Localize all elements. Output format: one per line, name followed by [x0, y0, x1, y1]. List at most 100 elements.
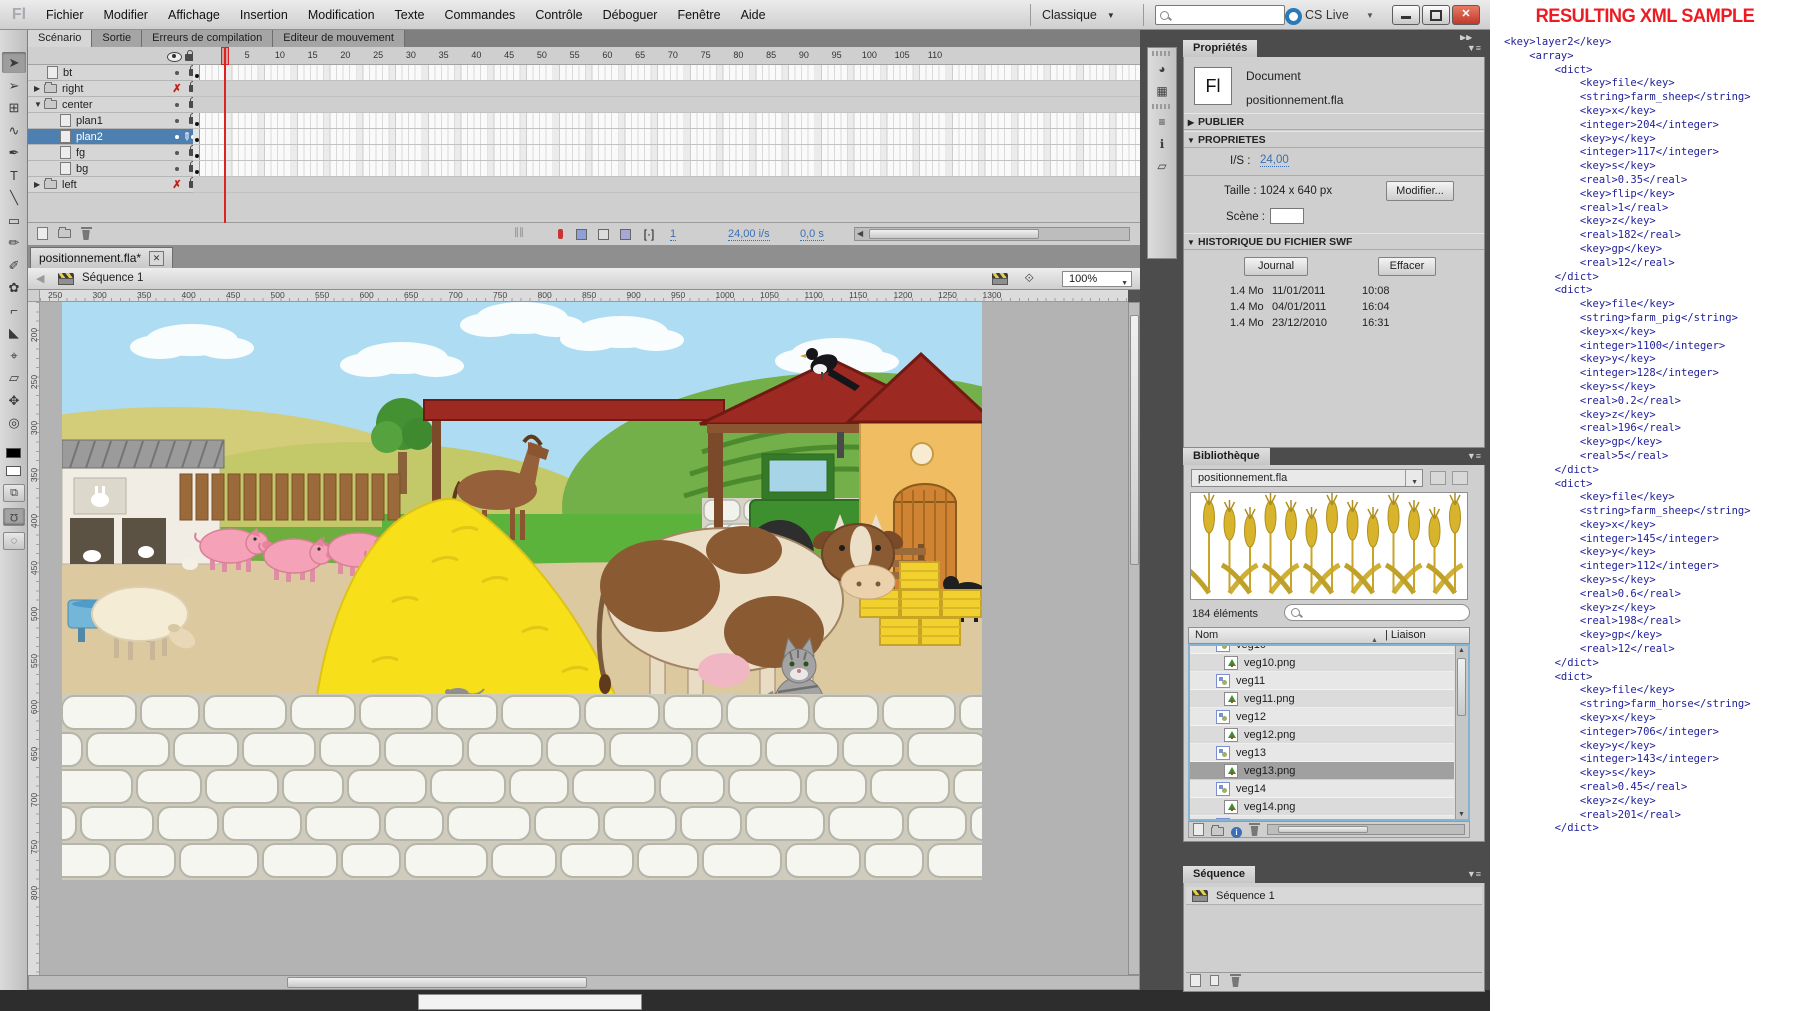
- menu-modification[interactable]: Modification: [298, 0, 385, 30]
- layer-row-bt[interactable]: bt: [28, 65, 193, 81]
- maximize-button[interactable]: [1422, 5, 1450, 25]
- keyframe-cell[interactable]: [193, 129, 200, 144]
- close-button[interactable]: ✕: [1452, 5, 1480, 25]
- zoom-tool[interactable]: ◎: [2, 412, 26, 433]
- list-item-veg11-png[interactable]: veg11.png: [1190, 690, 1454, 708]
- new-folder-button[interactable]: [55, 227, 73, 242]
- list-item-veg14[interactable]: veg14: [1190, 780, 1454, 798]
- free-transform-tool[interactable]: ⊞: [2, 97, 26, 118]
- journal-button[interactable]: Journal: [1244, 257, 1308, 276]
- item-properties-button[interactable]: i: [1231, 824, 1242, 838]
- library-search-input[interactable]: [1304, 606, 1458, 620]
- menu-modifier[interactable]: Modifier: [94, 0, 158, 30]
- tab-properties[interactable]: Propriétés: [1183, 40, 1257, 57]
- menu-aide[interactable]: Aide: [731, 0, 776, 30]
- drag-grip[interactable]: [1152, 104, 1172, 109]
- stage-vertical-scrollbar[interactable]: [1128, 302, 1140, 975]
- clear-history-button[interactable]: Effacer: [1378, 257, 1436, 276]
- stroke-color-swatch[interactable]: [6, 448, 21, 458]
- layer-row-center[interactable]: ▼center: [28, 97, 193, 113]
- tab-sc-nario[interactable]: Scénario: [28, 30, 92, 47]
- brush-tool[interactable]: ✐: [2, 255, 26, 276]
- section-swf-history[interactable]: ▼HISTORIQUE DU FICHIER SWF: [1184, 233, 1484, 250]
- hand-tool[interactable]: ✥: [2, 390, 26, 411]
- edit-scene-button[interactable]: [992, 273, 1008, 285]
- duplicate-scene-button[interactable]: [1210, 975, 1219, 989]
- new-symbol-button[interactable]: [1193, 823, 1204, 839]
- folder-disclosure-icon[interactable]: ▶: [34, 180, 44, 189]
- layer-row-plan2[interactable]: plan2✏: [28, 129, 193, 145]
- eraser-tool[interactable]: ▱: [2, 367, 26, 388]
- add-scene-button[interactable]: [1190, 974, 1201, 990]
- section-properties[interactable]: ▼PROPRIETES: [1184, 131, 1484, 148]
- onion-outline-icon[interactable]: [596, 227, 614, 242]
- library-document-select[interactable]: positionnement.fla ▼: [1191, 469, 1423, 487]
- keyframe-cell[interactable]: [193, 65, 200, 80]
- scene-list-item[interactable]: Séquence 1: [1186, 887, 1482, 905]
- tab-library[interactable]: Bibliothèque: [1183, 448, 1270, 465]
- cs-live-label[interactable]: CS Live: [1305, 8, 1349, 22]
- frame-rate-value[interactable]: 24,00 i/s: [728, 228, 770, 241]
- stage-canvas[interactable]: [62, 302, 982, 880]
- layer-visibility-toggle[interactable]: [170, 103, 184, 107]
- frame-row-fg[interactable]: [193, 145, 1140, 161]
- close-icon[interactable]: ✕: [149, 251, 164, 266]
- layer-row-plan1[interactable]: plan1: [28, 113, 193, 129]
- library-item-list[interactable]: veg10veg10.pngveg11veg11.pngveg12veg12.p…: [1188, 644, 1470, 821]
- panel-menu-icon[interactable]: ▼≡: [1467, 451, 1481, 461]
- lasso-tool[interactable]: ∿: [2, 120, 26, 141]
- layer-row-right[interactable]: ▶right✗: [28, 81, 193, 97]
- layer-visibility-toggle[interactable]: [170, 151, 184, 155]
- paint-bucket-tool[interactable]: ◣: [2, 322, 26, 343]
- list-item-veg14-png[interactable]: veg14.png: [1190, 798, 1454, 816]
- menu-texte[interactable]: Texte: [385, 0, 435, 30]
- text-tool[interactable]: T: [2, 165, 26, 186]
- scroll-up-icon[interactable]: ▲: [1458, 647, 1465, 654]
- folder-disclosure-icon[interactable]: ▶: [34, 84, 44, 93]
- layer-visibility-toggle[interactable]: [170, 135, 184, 139]
- modify-size-button[interactable]: Modifier...: [1386, 181, 1454, 201]
- subselection-tool[interactable]: ➢: [2, 75, 26, 96]
- layer-visibility-toggle[interactable]: ✗: [170, 180, 184, 190]
- menu-insertion[interactable]: Insertion: [230, 0, 298, 30]
- frame-row-center[interactable]: [193, 97, 1140, 113]
- new-folder-button[interactable]: [1211, 825, 1224, 839]
- fill-color-swatch[interactable]: [6, 466, 21, 476]
- edit-multiple-frames-icon[interactable]: [618, 227, 636, 242]
- chevron-down-icon[interactable]: ▼: [1366, 11, 1374, 20]
- frame-row-bg[interactable]: [193, 161, 1140, 177]
- list-item-veg12-png[interactable]: veg12.png: [1190, 726, 1454, 744]
- library-scrollbar[interactable]: ▲ ▼: [1455, 646, 1468, 819]
- frame-row-plan2[interactable]: [193, 129, 1140, 145]
- current-frame-value[interactable]: 1: [670, 228, 676, 241]
- rectangle-tool[interactable]: ▭: [2, 210, 26, 231]
- workspace-switcher[interactable]: Classique ▼: [1042, 5, 1115, 25]
- tab-editeur-de-mouvement[interactable]: Editeur de mouvement: [273, 30, 405, 47]
- stage-vertical-scroll-thumb[interactable]: [1130, 315, 1139, 565]
- panel-menu-icon[interactable]: ▼≡: [1467, 43, 1481, 53]
- tab-erreurs-de-compilation[interactable]: Erreurs de compilation: [142, 30, 273, 47]
- color-panel-icon[interactable]: ◕: [1152, 60, 1172, 78]
- layer-row-bg[interactable]: bg: [28, 161, 193, 177]
- list-item-veg13-png[interactable]: veg13.png: [1190, 762, 1454, 780]
- selection-tool[interactable]: ➤: [2, 52, 26, 73]
- default-colors-button[interactable]: ⧉: [3, 484, 25, 502]
- app-search[interactable]: [1155, 5, 1285, 25]
- eyedropper-tool[interactable]: ⌖: [2, 345, 26, 366]
- list-item-veg12[interactable]: veg12: [1190, 708, 1454, 726]
- scroll-down-icon[interactable]: ▼: [1458, 811, 1465, 818]
- line-tool[interactable]: ╲: [2, 187, 26, 208]
- back-arrow-icon[interactable]: ◀: [36, 272, 44, 285]
- list-item-veg10-png[interactable]: veg10.png: [1190, 654, 1454, 672]
- library-h-scroll-thumb[interactable]: [1278, 826, 1368, 833]
- elapsed-time-value[interactable]: 0,0 s: [800, 228, 824, 241]
- transform-panel-icon[interactable]: ▱: [1152, 157, 1172, 175]
- minimize-button[interactable]: [1392, 5, 1420, 25]
- tab-sortie[interactable]: Sortie: [92, 30, 142, 47]
- library-search[interactable]: [1284, 604, 1470, 621]
- tool-option-button[interactable]: ◌: [3, 532, 25, 550]
- library-scroll-thumb[interactable]: [1457, 658, 1466, 716]
- snap-to-objects-button[interactable]: Ω: [3, 508, 25, 526]
- tab-scene[interactable]: Séquence: [1183, 866, 1255, 883]
- column-name[interactable]: Nom: [1195, 628, 1218, 643]
